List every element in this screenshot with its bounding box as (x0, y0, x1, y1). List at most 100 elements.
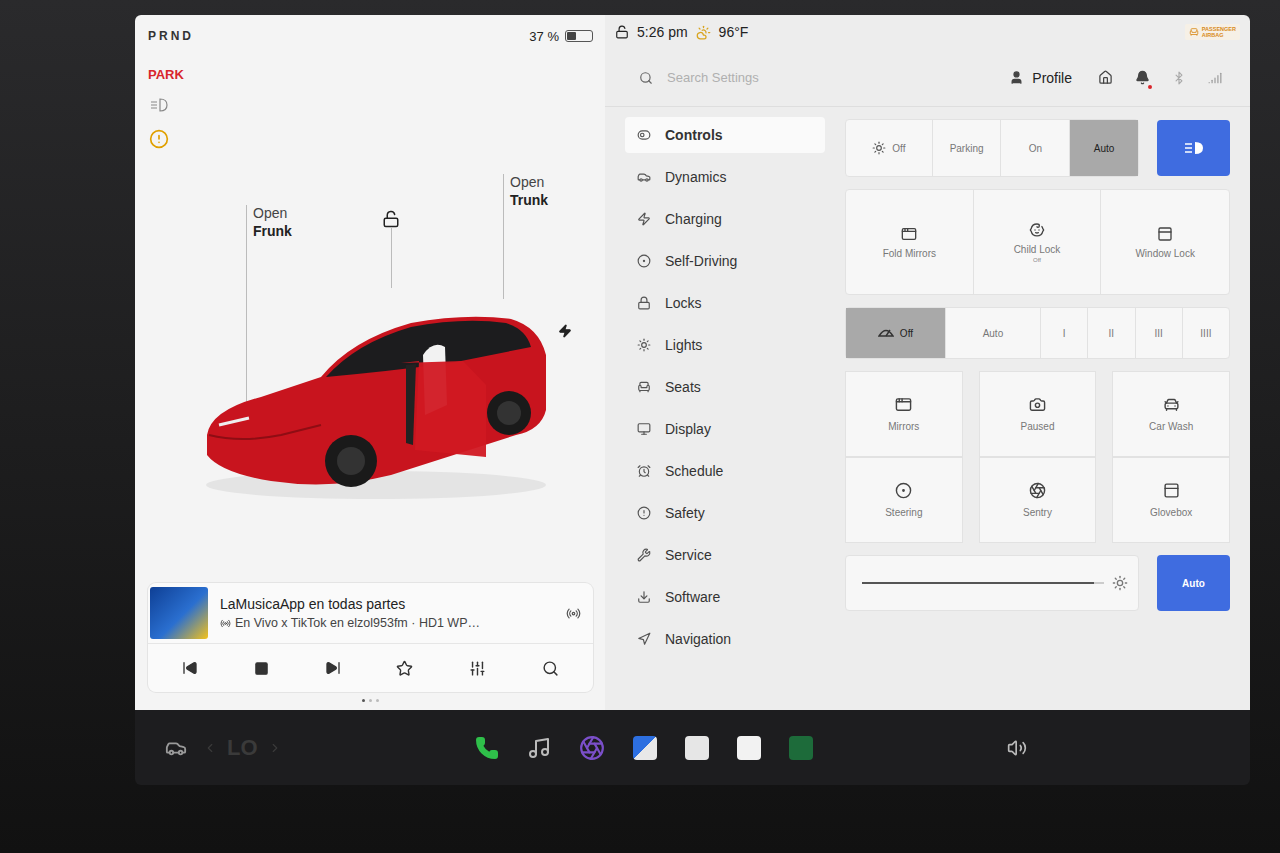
headlight-option[interactable]: Off (846, 120, 933, 176)
menu-item[interactable]: Service (625, 537, 825, 573)
control-tile[interactable]: Glovebox (1112, 457, 1230, 543)
wiper-selector: OffAutoIIIIIIIIII (845, 307, 1230, 359)
wiper-option[interactable]: III (1136, 308, 1183, 358)
slider-track[interactable] (862, 582, 1104, 584)
camera-icon[interactable] (579, 735, 605, 761)
notifications-button[interactable] (1129, 66, 1156, 89)
toggle-button[interactable]: Child LockOff (974, 190, 1102, 294)
headlight-option[interactable]: Auto (1070, 120, 1138, 176)
temp-up-icon[interactable] (268, 741, 282, 755)
tile-icon (895, 482, 912, 499)
light-icon (872, 141, 886, 155)
control-tile[interactable]: Sentry (979, 457, 1097, 543)
tile-icon (1163, 482, 1180, 499)
park-indicator: PARK (148, 67, 188, 82)
favorite-button[interactable] (390, 654, 419, 683)
music-icon[interactable] (527, 736, 551, 760)
wiper-option[interactable]: I (1041, 308, 1088, 358)
car-panel: PRND37 %PARKOpenFrunkOpenTrunkLaMusicaAp… (135, 15, 605, 710)
headlight-selector: OffParkingOnAuto (845, 119, 1139, 177)
lock-button[interactable] (378, 210, 404, 288)
calendar-icon[interactable] (737, 736, 761, 760)
car-stage: PARK OpenFrunk OpenTrunk (148, 47, 593, 583)
wiper-option[interactable]: II (1088, 308, 1135, 358)
auto-brightness-button[interactable]: Auto (1157, 555, 1230, 611)
settings-body: Controls Dynamics Charging Self-Driving Lock… (605, 107, 1250, 710)
toggle-button[interactable]: Fold Mirrors (846, 190, 974, 294)
equalizer-button[interactable] (463, 654, 492, 683)
profile-button[interactable]: Profile (999, 66, 1082, 90)
control-tile[interactable]: Mirrors (845, 371, 963, 457)
menu-item[interactable]: Safety (625, 495, 825, 531)
unlocked-icon (382, 210, 400, 228)
next-button[interactable] (319, 654, 347, 682)
phone-icon[interactable] (475, 736, 499, 760)
search-input[interactable] (665, 69, 989, 86)
climate-control: LO (203, 735, 282, 761)
headlight-option[interactable]: On (1001, 120, 1070, 176)
notification-dot (1148, 85, 1152, 89)
brightness-icon (1112, 575, 1128, 591)
menu-icon (637, 548, 651, 562)
menu-item[interactable]: Dynamics (625, 159, 825, 195)
menu-icon (637, 380, 651, 394)
apps-icon[interactable] (633, 736, 657, 760)
previous-button[interactable] (176, 654, 204, 682)
headlight-option[interactable]: Parking (933, 120, 1002, 176)
car-icon[interactable] (165, 737, 187, 759)
menu-item[interactable]: Schedule (625, 453, 825, 489)
photo-frame: PRND37 %PARKOpenFrunkOpenTrunkLaMusicaAp… (0, 0, 1280, 853)
dock: LO (135, 710, 1250, 785)
page-dot[interactable] (376, 699, 379, 702)
clock: 5:26 pm (637, 24, 688, 40)
media-search-button[interactable] (536, 654, 565, 683)
media-controls (148, 644, 593, 692)
status-bar: 5:26 pm96°FPASSENGERAIRBAG (605, 15, 1250, 49)
menu-icon (637, 590, 651, 604)
control-tile[interactable]: Paused (979, 371, 1097, 457)
stop-icon (254, 661, 269, 676)
bluetooth-button[interactable] (1166, 67, 1192, 89)
open-trunk-button[interactable]: OpenTrunk (503, 174, 548, 299)
charge-port-button[interactable] (558, 324, 572, 342)
energy-icon[interactable] (789, 736, 813, 760)
stop-button[interactable] (248, 655, 275, 682)
volume-icon[interactable] (1007, 738, 1027, 758)
tire-pressure-icon (148, 128, 170, 150)
menu-item[interactable]: Display (625, 411, 825, 447)
toggle-state: Off (1033, 257, 1041, 263)
wiper-option[interactable]: IIII (1183, 308, 1229, 358)
brightness-slider[interactable] (845, 555, 1139, 611)
control-tile[interactable]: Car Wash (1112, 371, 1230, 457)
indicators: PARK (148, 47, 188, 150)
control-tile[interactable]: Steering (845, 457, 963, 543)
settings-menu: Controls Dynamics Charging Self-Driving Lock… (625, 117, 825, 710)
car-status-row: PRND37 % (148, 25, 593, 47)
menu-item[interactable]: Charging (625, 201, 825, 237)
toggle-button[interactable]: Window Lock (1101, 190, 1229, 294)
auto-high-beam-button[interactable] (1157, 120, 1230, 176)
signal-button[interactable] (1202, 67, 1228, 89)
menu-item[interactable]: Software (625, 579, 825, 615)
menu-item[interactable]: Locks (625, 285, 825, 321)
temp-down-icon[interactable] (203, 741, 217, 755)
manual-icon[interactable] (685, 736, 709, 760)
tile-icon (1029, 396, 1046, 413)
home-icon (1098, 70, 1113, 85)
previous-icon (182, 660, 198, 676)
open-frunk-button[interactable]: OpenFrunk (246, 205, 292, 410)
menu-item[interactable]: Lights (625, 327, 825, 363)
equalizer-icon (469, 660, 486, 677)
menu-item[interactable]: Controls (625, 117, 825, 153)
menu-item[interactable]: Self-Driving (625, 243, 825, 279)
page-dot[interactable] (369, 699, 372, 702)
passenger-airbag-indicator: PASSENGERAIRBAG (1185, 24, 1240, 40)
wiper-option[interactable]: Off (846, 308, 946, 358)
wiper-option[interactable]: Auto (946, 308, 1041, 358)
app-launcher (475, 735, 813, 761)
gear-selector: PRND (148, 29, 194, 43)
menu-item[interactable]: Seats (625, 369, 825, 405)
page-dot[interactable] (362, 699, 365, 702)
menu-item[interactable]: Navigation (625, 621, 825, 657)
homelink-button[interactable] (1092, 66, 1119, 89)
